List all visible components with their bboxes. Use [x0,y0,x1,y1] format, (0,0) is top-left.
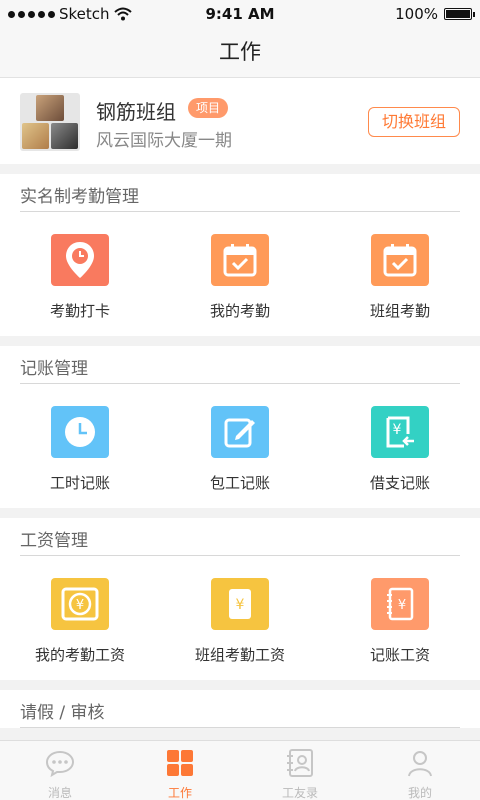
item-label: 考勤打卡 [49,302,110,320]
edit-icon [211,406,269,458]
location-clock-icon [51,234,109,286]
switch-team-button[interactable]: 切换班组 [368,107,460,137]
team-attendance-item[interactable]: 班组考勤 [320,212,480,336]
attendance-section: 实名制考勤管理 考勤打卡 我的考勤 班组考勤 [0,174,480,336]
section-title: 记账管理 [0,346,480,384]
tab-coworkers[interactable]: 工友录 [240,741,360,800]
status-bar: Sketch 9:41 AM 100% [0,0,480,28]
tab-bar: 消息 工作 工友录 我的 [0,740,480,800]
calendar-check-icon [211,234,269,286]
item-label: 班组考勤 [369,302,430,320]
record-salary-item[interactable]: ¥ 记账工资 [320,556,480,680]
calendar-check-icon [371,234,429,286]
page-title: 工作 [0,28,480,78]
tab-me[interactable]: 我的 [360,741,480,800]
accounting-section: 记账管理 工时记账 包工记账 ¥ 借支记账 [0,346,480,508]
item-label: 包工记账 [209,474,270,492]
clock-in-item[interactable]: 考勤打卡 [0,212,160,336]
tab-label: 消息 [47,786,72,800]
svg-text:¥: ¥ [236,597,245,613]
team-tag-badge: 项目 [188,98,229,118]
chat-bubble-icon [45,750,75,777]
item-label: 借支记账 [369,474,430,492]
section-title: 实名制考勤管理 [0,174,480,212]
yuan-return-icon: ¥ [371,406,429,458]
item-label: 记账工资 [369,646,430,664]
svg-text:¥: ¥ [76,598,84,613]
contract-record-item[interactable]: 包工记账 [160,384,320,508]
clock-icon [51,406,109,458]
contacts-book-icon [287,749,313,777]
team-card: 钢筋班组 项目 风云国际大厦一期 切换班组 [0,78,480,164]
grid-icon [167,750,193,776]
item-label: 班组考勤工资 [194,646,285,664]
tab-messages[interactable]: 消息 [0,741,120,800]
person-icon [408,751,432,777]
team-avatar [20,93,80,151]
team-site: 风云国际大厦一期 [96,131,232,151]
item-label: 我的考勤 [209,302,270,320]
yuan-notebook-icon: ¥ [371,578,429,630]
tab-label: 我的 [407,786,432,800]
hours-record-item[interactable]: 工时记账 [0,384,160,508]
tab-label: 工友录 [281,786,318,800]
advance-record-item[interactable]: ¥ 借支记账 [320,384,480,508]
yuan-book-icon: ¥ [211,578,269,630]
svg-text:¥: ¥ [398,598,406,613]
item-label: 我的考勤工资 [34,646,125,664]
item-label: 工时记账 [49,474,110,492]
battery-icon [444,8,475,20]
battery-percent: 100% [395,5,438,23]
battery-status: 100% [395,5,475,23]
tab-work[interactable]: 工作 [120,741,240,800]
team-attendance-salary-item[interactable]: ¥ 班组考勤工资 [160,556,320,680]
salary-section: 工资管理 ¥ 我的考勤工资 ¥ 班组考勤工资 ¥ 记账工资 [0,518,480,680]
yuan-cycle-icon: ¥ [51,578,109,630]
my-attendance-salary-item[interactable]: ¥ 我的考勤工资 [0,556,160,680]
svg-text:¥: ¥ [393,422,402,438]
team-name: 钢筋班组 [96,100,176,124]
section-title: 请假 / 审核 [0,690,480,728]
my-attendance-item[interactable]: 我的考勤 [160,212,320,336]
section-title: 工资管理 [0,518,480,556]
leave-approval-section: 请假 / 审核 [0,690,480,728]
tab-label: 工作 [167,786,192,800]
